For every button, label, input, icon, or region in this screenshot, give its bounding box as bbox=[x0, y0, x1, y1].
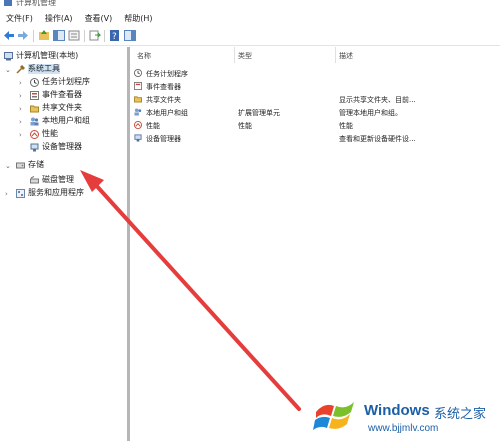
watermark-brand: Windows bbox=[364, 402, 430, 419]
windows-logo-icon bbox=[313, 402, 354, 430]
watermark: Windows 系统之家 www.bjjmlv.com bbox=[306, 386, 496, 438]
watermark-url: www.bjjmlv.com bbox=[368, 423, 439, 434]
annotation-arrow bbox=[80, 170, 301, 411]
watermark-suffix: 系统之家 bbox=[434, 406, 487, 421]
